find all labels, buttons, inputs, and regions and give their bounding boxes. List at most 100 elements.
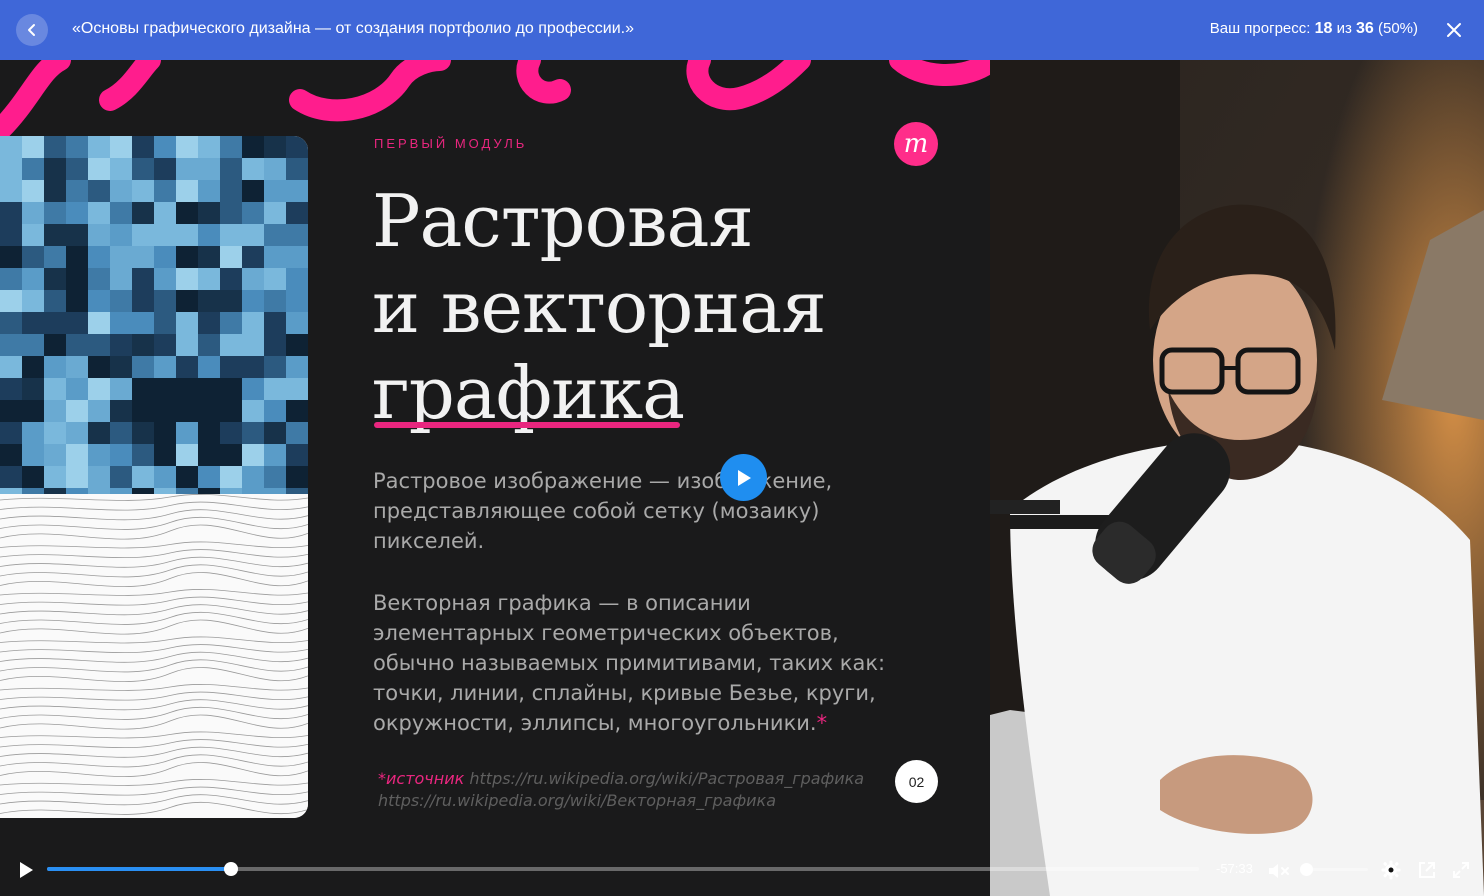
pixel-cell [220,268,242,290]
pixel-cell [198,400,220,422]
vector-wave-line [0,801,308,815]
pixel-cell [154,466,176,488]
vector-wave-line [0,786,308,796]
pixel-cell [22,312,44,334]
settings-button[interactable] [1378,857,1404,883]
pixel-cell [0,378,22,400]
pixel-cell [88,312,110,334]
pixel-cell [220,312,242,334]
pixel-cell [264,246,286,268]
source-url-raster: https://ru.wikipedia.org/wiki/Растровая_… [469,769,865,788]
pixel-cell [66,202,88,224]
pixel-cell [220,180,242,202]
pixel-cell [154,400,176,422]
pixel-cell [242,158,264,180]
pixel-cell [286,158,308,180]
pixel-cell [242,444,264,466]
pixel-cell [176,378,198,400]
illustration-card [0,136,308,818]
pixel-cell [44,312,66,334]
pixel-cell [132,444,154,466]
pixel-cell [88,224,110,246]
pixel-cell [110,312,132,334]
pixel-cell [0,466,22,488]
pixel-cell [154,378,176,400]
slide-page-number: 02 [895,760,938,803]
vector-wave-line [0,699,308,711]
close-button[interactable] [1440,16,1468,44]
pixel-cell [0,444,22,466]
pixel-cell [198,268,220,290]
vector-wave-line [0,596,308,606]
pixel-cell [110,202,132,224]
lecture-slide: ПЕРВЫЙ МОДУЛЬ m Растровая и векторная гр… [0,60,990,896]
presenter-video [990,60,1484,896]
pixel-cell [176,400,198,422]
pixel-cell [176,444,198,466]
pixel-cell [0,136,22,158]
pixel-cell [198,202,220,224]
pixel-cell [110,224,132,246]
pixel-cell [220,246,242,268]
fullscreen-icon [1453,862,1469,878]
pixel-cell [88,356,110,378]
pixel-cell [198,158,220,180]
pixel-cell [220,290,242,312]
progress-done: 18 [1314,20,1333,37]
pixel-cell [22,268,44,290]
mute-button[interactable] [1266,858,1292,884]
vector-wave-line [0,494,308,501]
slide-title: Растровая и векторная графика [372,178,932,436]
vector-definition-text: Векторная графика — в описании элементар… [373,591,886,735]
pixel-cell [110,290,132,312]
pixel-cell [22,422,44,444]
pixel-cell [66,422,88,444]
center-play-button[interactable] [720,454,767,501]
pixel-cell [132,268,154,290]
pixel-cell [88,378,110,400]
pixel-cell [22,158,44,180]
pixel-cell [110,422,132,444]
pixel-cell [110,444,132,466]
seek-bar[interactable] [47,862,1199,876]
pixel-cell [286,136,308,158]
pixel-cell [198,422,220,444]
seek-bar-thumb[interactable] [224,862,239,876]
popout-button[interactable] [1414,857,1440,883]
pixel-cell [110,268,132,290]
volume-slider[interactable] [1300,863,1368,876]
pixel-cell [88,466,110,488]
pixel-cell [198,356,220,378]
pixel-cell [132,224,154,246]
pixel-cell [88,268,110,290]
fullscreen-button[interactable] [1448,857,1474,883]
back-button[interactable] [16,14,48,46]
pixel-cell [242,224,264,246]
pixel-cell [88,158,110,180]
pixel-cell [198,466,220,488]
pixel-cell [66,378,88,400]
pixel-cell [44,334,66,356]
play-button[interactable] [12,856,40,884]
pixel-cell [110,334,132,356]
volume-slider-thumb[interactable] [1300,863,1313,876]
pixel-cell [176,136,198,158]
pixel-cell [242,356,264,378]
vector-lines-image [0,494,308,818]
pixel-cell [22,444,44,466]
pixel-cell [154,202,176,224]
pixel-cell [66,356,88,378]
video-player[interactable]: ПЕРВЫЙ МОДУЛЬ m Растровая и векторная гр… [0,60,1484,896]
pixel-cell [176,268,198,290]
source-footnote: *источник https://ru.wikipedia.org/wiki/… [378,768,888,812]
progress-percent: (50%) [1377,20,1418,37]
pixel-cell [22,356,44,378]
brand-logo: m [894,122,938,166]
pixel-cell [66,312,88,334]
pixel-cell [286,224,308,246]
vector-wave-line [0,604,308,616]
pink-scribble-decoration [0,60,990,140]
pixel-cell [44,268,66,290]
play-icon [737,469,751,486]
vector-wave-line [0,564,308,578]
